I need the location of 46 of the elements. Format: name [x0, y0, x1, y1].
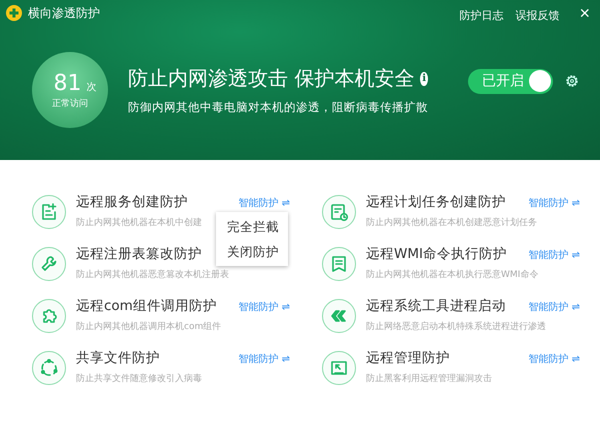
- protection-title: 远程com组件调用防护: [76, 299, 217, 314]
- mode-switch-link[interactable]: 智能防护 ⇌: [528, 352, 580, 366]
- protection-title: 远程服务创建防护: [76, 195, 188, 210]
- visit-count: 81: [54, 70, 82, 96]
- app-logo-icon: [6, 5, 22, 21]
- header-link[interactable]: 误报反馈: [515, 8, 560, 22]
- protection-description: 防止内网其他机器恶意篡改本机注册表: [76, 270, 229, 281]
- mode-switch-link[interactable]: 智能防护 ⇌: [528, 300, 580, 314]
- calendar-clock-icon: [330, 203, 348, 221]
- mode-switch-link[interactable]: 智能防护 ⇌: [528, 248, 580, 262]
- protection-title: 远程WMI命令执行防护: [366, 247, 507, 262]
- protection-description: 防止内网其他机器在本机中创建: [76, 218, 202, 229]
- circular-sync-icon: [40, 359, 58, 377]
- protection-description: 防止网络恶意启动本机特殊系统进程进行渗透: [366, 322, 546, 333]
- bookmark-list-icon: [330, 255, 348, 273]
- mode-switch-link[interactable]: 智能防护 ⇌: [238, 352, 290, 366]
- count-label: 正常访问: [52, 98, 88, 110]
- menu-item[interactable]: 完全拦截: [216, 214, 288, 239]
- protection-title: 共享文件防护: [76, 351, 160, 366]
- protection-toggle[interactable]: 已开启: [468, 68, 553, 94]
- remote-desktop-icon: [330, 359, 348, 377]
- protection-title: 远程注册表篡改防护: [76, 247, 202, 262]
- mode-switch-link[interactable]: 智能防护 ⇌: [238, 300, 290, 314]
- puzzle-icon: [40, 307, 58, 325]
- menu-item[interactable]: 关闭防护: [216, 239, 288, 264]
- mode-switch-link[interactable]: 智能防护 ⇌: [238, 196, 290, 210]
- close-button[interactable]: ×: [577, 4, 592, 22]
- header-link[interactable]: 防护日志: [459, 8, 504, 22]
- subtitle: 防御内网其他中毒电脑对本机的渗透，阻断病毒传播扩散: [128, 100, 428, 115]
- protection-description: 防止共享文件随意修改引入病毒: [76, 374, 202, 385]
- protection-description: 防止内网其他机器在本机执行恶意WMI命令: [366, 270, 538, 281]
- document-plus-icon: [40, 203, 58, 221]
- count-unit: 次: [86, 80, 96, 94]
- protection-description: 防止内网其他机器在本机创建恶意计划任务: [366, 218, 537, 229]
- protection-description: 防止黑客利用远程管理漏洞攻击: [366, 374, 492, 385]
- double-chevron-icon: [330, 307, 348, 325]
- window-title: 横向渗透防护: [28, 4, 101, 22]
- protection-title: 远程系统工具进程启动: [366, 299, 506, 314]
- protection-title: 远程管理防护: [366, 351, 450, 366]
- protection-description: 防止内网其他机器调用本机com组件: [76, 322, 222, 333]
- info-icon[interactable]: i: [420, 72, 428, 86]
- wrench-icon: [40, 255, 58, 273]
- protection-title: 远程计划任务创建防护: [366, 195, 506, 210]
- settings-icon[interactable]: [565, 74, 579, 88]
- mode-switch-link[interactable]: 智能防护 ⇌: [528, 196, 580, 210]
- headline: 防止内网渗透攻击 保护本机安全: [128, 65, 414, 92]
